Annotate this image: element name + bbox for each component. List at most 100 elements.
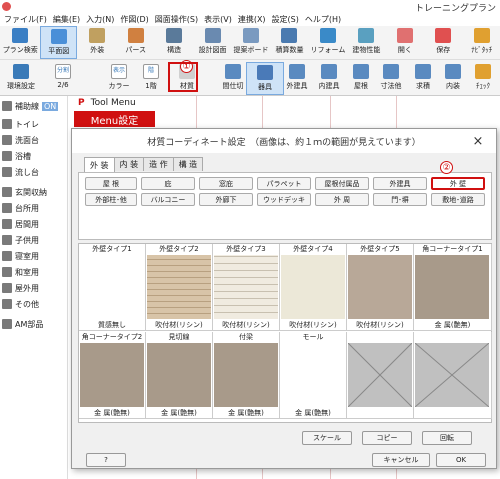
estimate-button[interactable]: 積算数量	[271, 26, 307, 59]
bed-icon	[2, 251, 12, 261]
dimension-icon	[383, 64, 399, 79]
tab-exterior[interactable]: 外 装	[84, 157, 115, 172]
save-button[interactable]: 保存	[425, 26, 461, 59]
cat-eaves[interactable]: 庇	[141, 177, 195, 190]
on-toggle[interactable]: ON	[42, 101, 59, 111]
swatch-wall-type4[interactable]: 外壁タイプ4 吹付材(リシン)	[280, 244, 347, 331]
navi-touch-button[interactable]: ﾅﾋﾞﾀｯﾁ	[464, 26, 500, 59]
parts-item-bathtub[interactable]: 浴槽	[2, 148, 66, 164]
parts-item-aux-line[interactable]: 補助線 ON	[2, 98, 66, 114]
swatch-corner-type2[interactable]: 角コーナータイプ2 金 属(艶無)	[79, 332, 146, 419]
menu-bar: ファイル(F) 編集(E) 入力(N) 作図(D) 図面操作(S) 表示(V) …	[0, 13, 500, 26]
split-button[interactable]: 分割 2/6	[44, 62, 82, 95]
cancel-button[interactable]: キャンセル	[372, 453, 430, 467]
area-icon	[415, 64, 431, 79]
living-icon	[2, 219, 12, 229]
tool-menu-header: P Tool Menu	[74, 96, 174, 110]
ok-button[interactable]: OK	[436, 453, 486, 467]
gear-icon	[13, 64, 29, 79]
cat-roof[interactable]: 屋 根	[85, 177, 137, 190]
parts-item-entrance[interactable]: 玄関収納	[2, 184, 66, 200]
menu-help[interactable]: ヘルプ(H)	[305, 14, 341, 25]
swatch-wall-type5[interactable]: 外壁タイプ5 吹付材(リシン)	[347, 244, 414, 331]
cat-balcony[interactable]: バルコニー	[141, 193, 195, 206]
floor-plan-button[interactable]: 平面図	[40, 26, 77, 59]
cat-site-road[interactable]: 敷地･道路	[431, 193, 485, 206]
design-drawing-button[interactable]: 設計図面	[194, 26, 230, 59]
menu-settings[interactable]: 設定(S)	[272, 14, 299, 25]
copy-button[interactable]: コピー	[362, 431, 412, 445]
parts-item-kids[interactable]: 子供用	[2, 232, 66, 248]
structure-button[interactable]: 構造	[156, 26, 192, 59]
parts-item-washbasin[interactable]: 洗面台	[2, 132, 66, 148]
parts-item-bedroom[interactable]: 寝室用	[2, 248, 66, 264]
help-button[interactable]: ?	[86, 453, 126, 467]
close-icon[interactable]: ×	[470, 133, 486, 149]
plan-search-button[interactable]: プラン検索	[2, 26, 38, 59]
floor-icon: 階	[143, 64, 159, 79]
menu-file[interactable]: ファイル(F)	[4, 14, 47, 25]
rotate-button[interactable]: 回転	[422, 431, 472, 445]
open-icon	[396, 28, 413, 43]
structure-icon	[166, 28, 183, 43]
title-bar: トレーニングプラン	[0, 0, 500, 14]
floor-plan-icon	[50, 29, 67, 44]
building-performance-button[interactable]: 建物性能	[348, 26, 384, 59]
tab-interior[interactable]: 内 装	[113, 157, 145, 171]
japanese-room-icon	[2, 267, 12, 277]
perspective-button[interactable]: パース	[117, 26, 153, 59]
swatch-wall-type1[interactable]: 外壁タイプ1 質感無し	[79, 244, 146, 331]
cat-exterior-wall[interactable]: 外 壁	[431, 177, 485, 190]
swatch-parting-line[interactable]: 見切線金 属(艶無)	[146, 332, 213, 419]
tab-fixtures[interactable]: 造 作	[143, 157, 174, 171]
estimate-icon	[281, 28, 298, 43]
annotation-2: ②	[440, 161, 453, 174]
app-icon	[2, 2, 11, 11]
menu-link[interactable]: 連携(X)	[238, 14, 266, 25]
swatch-beam[interactable]: 付梁金 属(艶無)	[213, 332, 280, 419]
exterior-button[interactable]: 外装	[79, 26, 115, 59]
menu-input[interactable]: 入力(N)	[86, 14, 114, 25]
cat-wood-deck[interactable]: ウッドデッキ	[257, 193, 311, 206]
parts-item-sink[interactable]: 流し台	[2, 164, 66, 180]
empty-slot-icon	[347, 342, 413, 408]
parts-item-other[interactable]: その他	[2, 296, 66, 312]
parts-item-living[interactable]: 居間用	[2, 216, 66, 232]
cat-exterior-column[interactable]: 外部柱･他	[85, 193, 137, 206]
swatch-wall-type3[interactable]: 外壁タイプ3 吹付材(リシン)	[213, 244, 280, 331]
cat-parapet[interactable]: パラペット	[257, 177, 311, 190]
reform-button[interactable]: リフォーム	[310, 26, 346, 59]
parts-item-kitchen[interactable]: 台所用	[2, 200, 66, 216]
cat-exterior-fitting[interactable]: 外建具	[373, 177, 427, 190]
cat-exterior-corridor[interactable]: 外廊下	[199, 193, 253, 206]
floor-button[interactable]: 階 1階	[132, 62, 170, 95]
cat-gate-fence[interactable]: 門･塀	[373, 193, 427, 206]
cat-roof-accessory[interactable]: 屋根付属品	[315, 177, 369, 190]
display-icon: 表示	[111, 64, 127, 79]
tab-structure[interactable]: 構 造	[172, 157, 204, 171]
parts-item-am[interactable]: AM部品	[2, 316, 66, 332]
open-button[interactable]: 開く	[387, 26, 423, 59]
env-settings-button[interactable]: 環境設定	[2, 62, 40, 95]
parts-item-outdoor[interactable]: 屋外用	[2, 280, 66, 296]
menu-drawing-ops[interactable]: 図面操作(S)	[155, 14, 198, 25]
scale-button[interactable]: スケール	[302, 431, 352, 445]
cat-window-eaves[interactable]: 窓庇	[199, 177, 253, 190]
highlight-material-button	[168, 62, 198, 92]
menu-settings-button[interactable]: Menu設定	[74, 111, 155, 127]
parts-item-toilet[interactable]: トイレ	[2, 116, 66, 132]
check-button[interactable]: ﾁｪｯｸ	[464, 62, 500, 95]
swatch-grid: 外壁タイプ1 質感無し 外壁タイプ2 吹付材(リシン) 外壁タイプ3 吹付材(リシン)…	[78, 243, 492, 423]
parts-item-japanese-room[interactable]: 和室用	[2, 264, 66, 280]
swatch-wall-type2[interactable]: 外壁タイプ2 吹付材(リシン)	[146, 244, 213, 331]
exterior-icon	[89, 28, 106, 43]
proposal-board-button[interactable]: 提案ボード	[233, 26, 269, 59]
menu-view[interactable]: 表示(V)	[204, 14, 232, 25]
performance-icon	[358, 28, 375, 43]
cat-perimeter[interactable]: 外 周	[315, 193, 369, 206]
swatch-corner-type1[interactable]: 角コーナータイプ1 金 属(艶無)	[414, 244, 492, 331]
menu-draw[interactable]: 作図(D)	[120, 14, 148, 25]
swatch-molding[interactable]: モール金 属(艶無)	[280, 332, 347, 419]
line-icon	[2, 101, 12, 111]
menu-edit[interactable]: 編集(E)	[53, 14, 80, 25]
